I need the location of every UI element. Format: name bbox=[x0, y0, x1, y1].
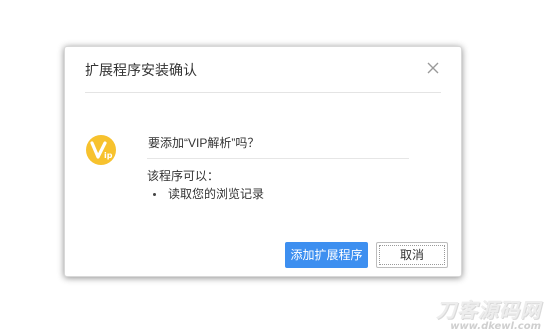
permissions-list: 读取您的浏览记录 bbox=[151, 187, 264, 201]
add-extension-button[interactable]: 添加扩展程序 bbox=[285, 242, 368, 268]
cancel-button[interactable]: 取消 bbox=[376, 242, 448, 268]
watermark: 刀客源码网 www.dkewl.com bbox=[436, 294, 541, 332]
close-icon[interactable] bbox=[425, 60, 441, 76]
dialog-title: 扩展程序安装确认 bbox=[85, 62, 197, 78]
extension-install-dialog: 扩展程序安装确认 ip 要添加“VIP解析”吗？ 该程序可以： 读取您的浏览记录… bbox=[64, 46, 462, 277]
extension-icon-text: ip bbox=[104, 151, 113, 160]
watermark-url: www.dkewl.com bbox=[450, 321, 541, 332]
permission-item: 读取您的浏览记录 bbox=[151, 187, 264, 201]
cancel-button-label: 取消 bbox=[379, 245, 445, 265]
install-question: 要添加“VIP解析”吗？ bbox=[148, 136, 260, 150]
content-divider bbox=[147, 158, 409, 159]
dialog-titlebar: 扩展程序安装确认 bbox=[85, 47, 441, 93]
vip-extension-icon: ip bbox=[85, 134, 117, 166]
permissions-heading: 该程序可以： bbox=[147, 169, 220, 183]
watermark-logo-text: 刀客源码网 bbox=[436, 298, 541, 322]
